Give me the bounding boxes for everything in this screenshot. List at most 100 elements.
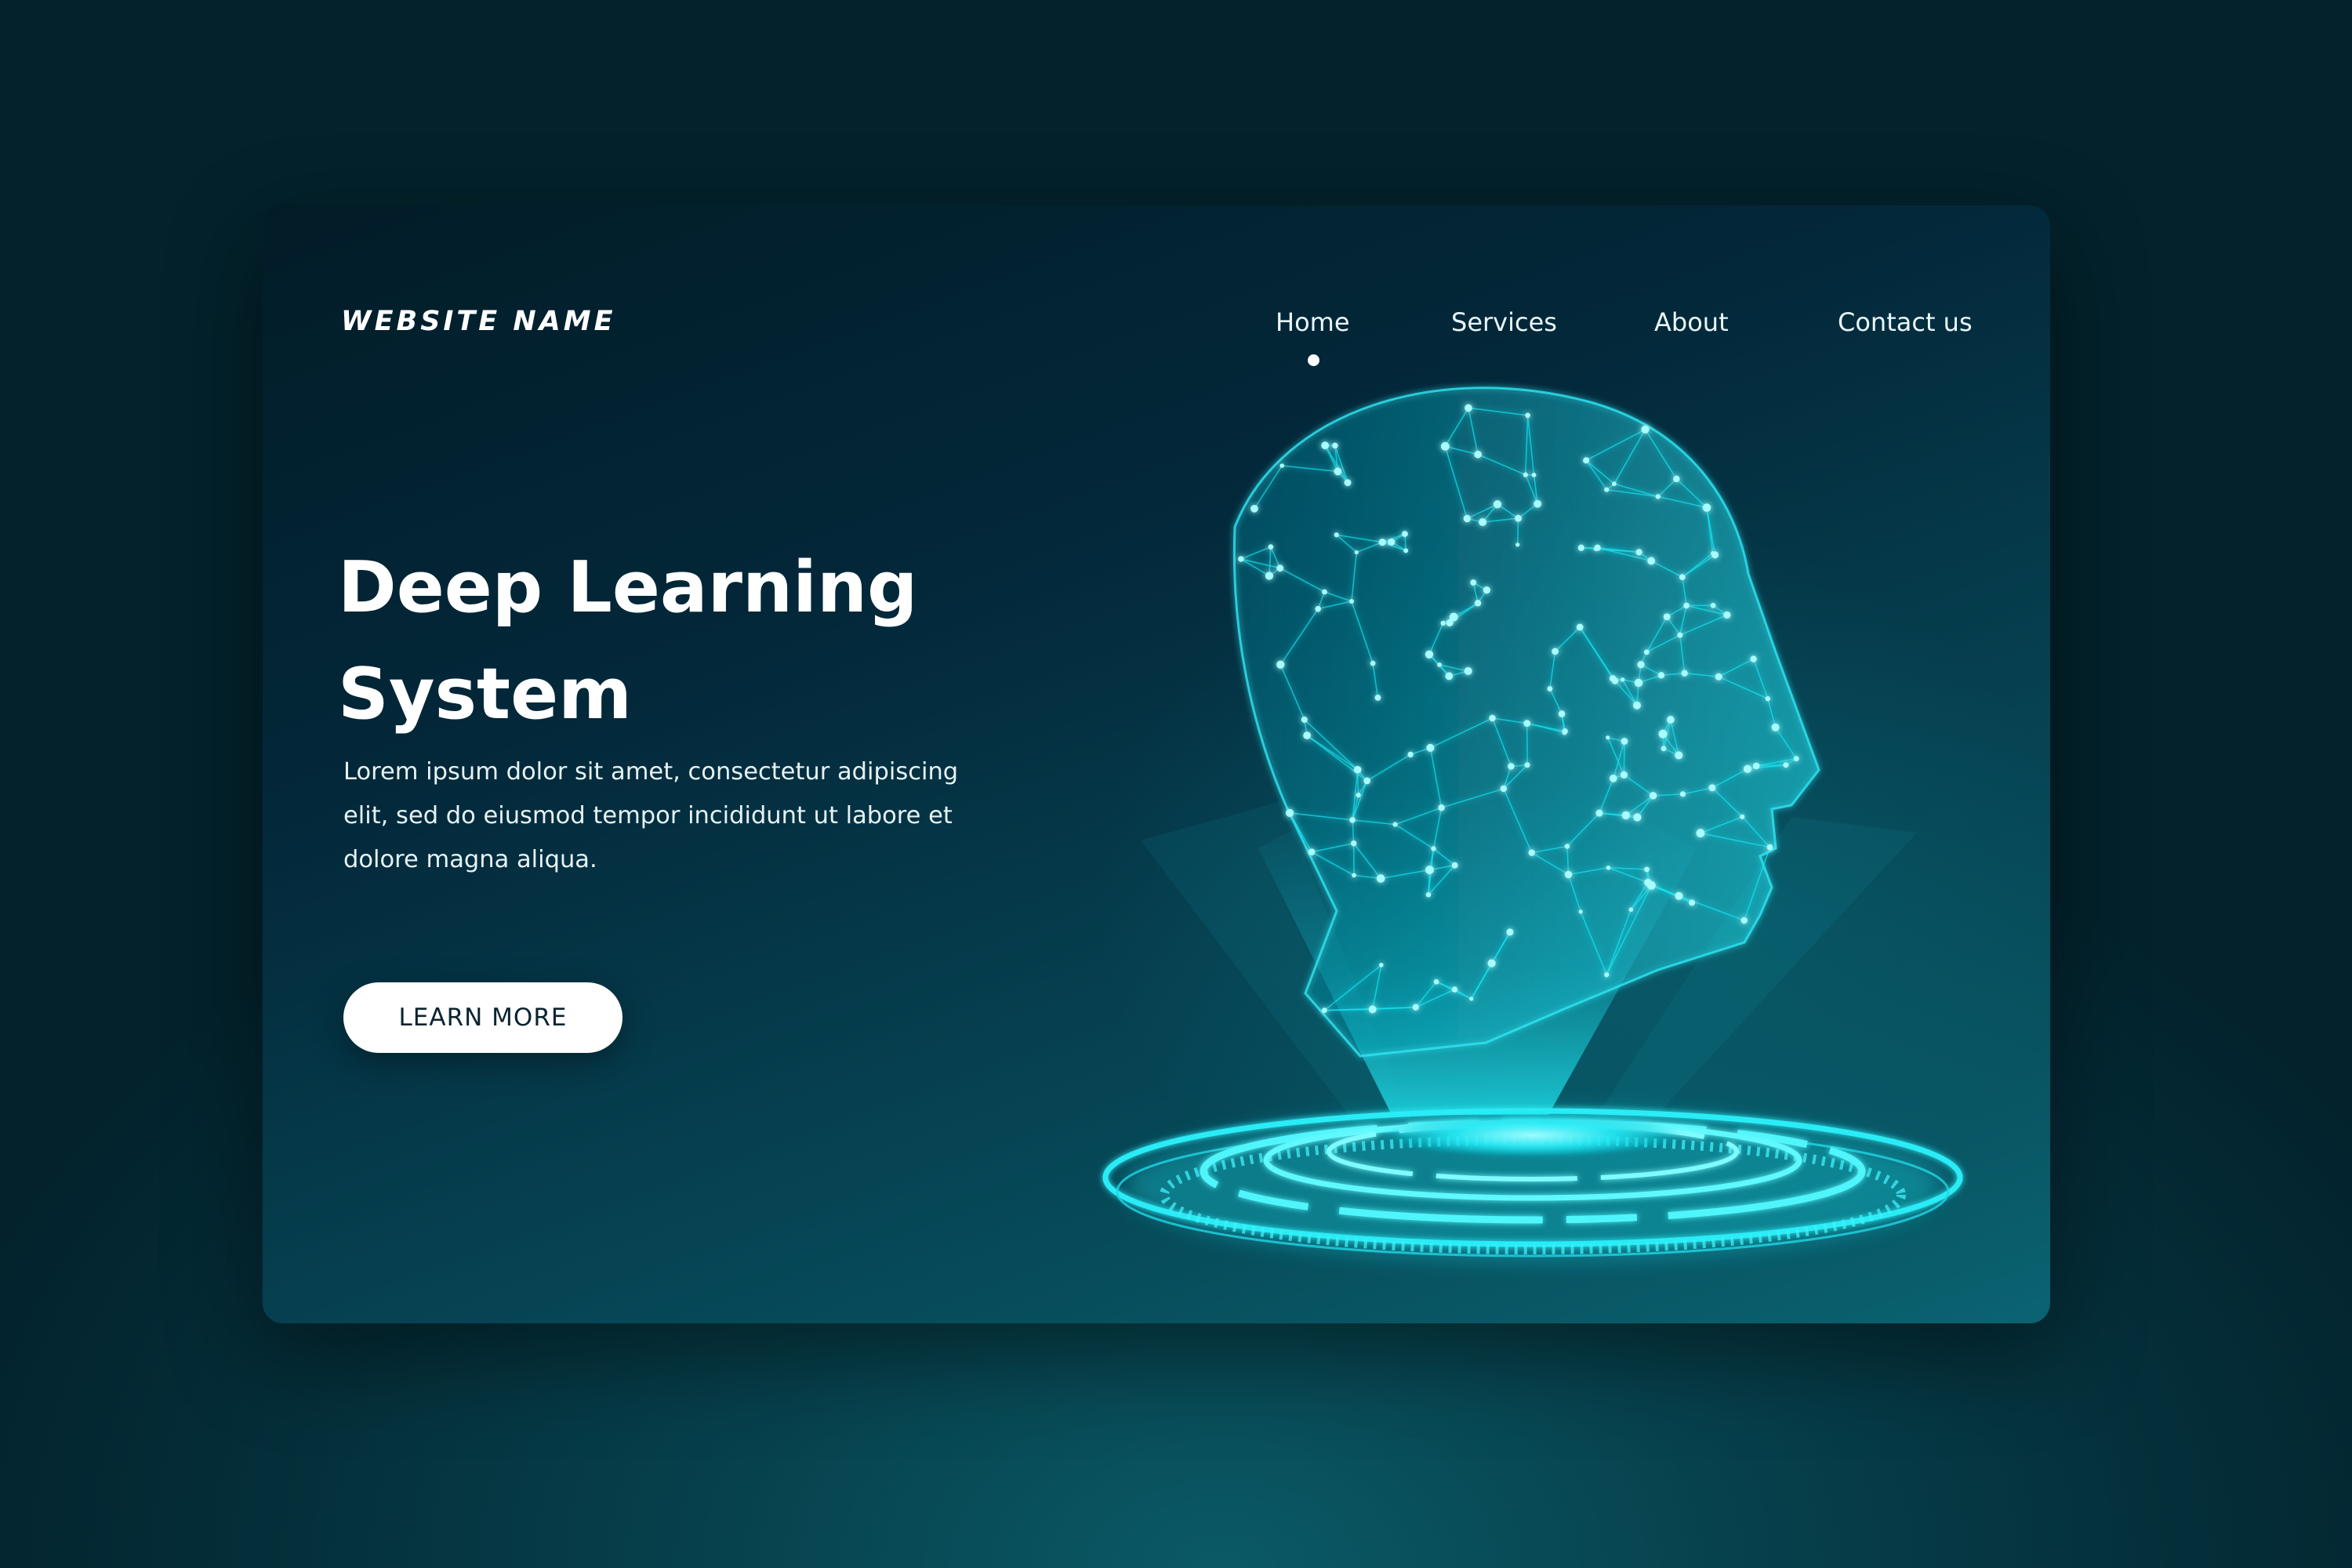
- mesh-node: [1474, 450, 1482, 459]
- mesh-edge: [1516, 518, 1519, 545]
- mesh-node: [1658, 729, 1668, 739]
- mesh-node: [1635, 549, 1642, 556]
- mesh-node: [1334, 532, 1339, 538]
- mesh-node: [1437, 662, 1442, 667]
- mesh-node: [1412, 1004, 1419, 1011]
- mesh-node: [1679, 791, 1686, 797]
- hero-description-line-2: elit, sed do eiusmod tempor incididunt u…: [343, 802, 953, 829]
- mesh-node: [1612, 481, 1617, 486]
- mesh-node: [1440, 620, 1446, 626]
- mesh-node: [1489, 714, 1496, 722]
- mesh-node: [1402, 531, 1408, 537]
- mesh-node: [1268, 544, 1274, 550]
- mesh-node: [1610, 775, 1617, 782]
- mesh-node: [1265, 572, 1274, 580]
- mesh-node: [1562, 728, 1568, 735]
- mesh-node: [1677, 632, 1683, 638]
- mesh-node: [1606, 735, 1610, 740]
- mesh-node: [1633, 813, 1642, 822]
- mesh-node: [1765, 695, 1771, 702]
- mesh-node: [1661, 746, 1667, 752]
- nav-services-link[interactable]: Services: [1451, 307, 1557, 337]
- hero-description-line-3: dolore magna aliqua.: [343, 846, 597, 873]
- mesh-node: [1451, 986, 1458, 993]
- mesh-node: [1525, 412, 1530, 419]
- mesh-node: [1643, 649, 1650, 655]
- mesh-node: [1446, 619, 1454, 627]
- mesh-node: [1348, 598, 1354, 604]
- mesh-node: [1334, 467, 1342, 476]
- mesh-node: [1679, 574, 1686, 581]
- mesh-node: [1407, 751, 1414, 758]
- mesh-node: [1474, 600, 1482, 607]
- mesh-node: [1621, 811, 1631, 820]
- mesh-node: [1276, 660, 1285, 669]
- nav-contact-link[interactable]: Contact us: [1838, 307, 1973, 337]
- mesh-node: [1523, 720, 1531, 728]
- mesh-node: [1368, 1005, 1377, 1014]
- mesh-node: [1515, 543, 1520, 547]
- mesh-node: [1632, 701, 1641, 710]
- hero-description: Lorem ipsum dolor sit amet, consectetur …: [343, 750, 1049, 882]
- mesh-node: [1470, 579, 1477, 586]
- mesh-node: [1276, 564, 1284, 572]
- mesh-node: [1675, 891, 1683, 900]
- mesh-node: [1388, 538, 1396, 546]
- mesh-node: [1321, 441, 1330, 450]
- mesh-node: [1363, 777, 1370, 785]
- mesh-node: [1766, 844, 1773, 851]
- mesh-node: [1647, 557, 1656, 565]
- mesh-node: [1451, 862, 1458, 869]
- mesh-node: [1403, 548, 1409, 554]
- mesh-node: [1286, 808, 1294, 818]
- mesh-node: [1547, 686, 1553, 691]
- mesh-node: [1708, 784, 1716, 792]
- learn-more-button[interactable]: LEARN MORE: [343, 982, 622, 1053]
- mesh-node: [1523, 472, 1528, 477]
- nav-about-link[interactable]: About: [1654, 307, 1729, 337]
- mesh-node: [1238, 556, 1244, 562]
- mesh-node: [1620, 771, 1628, 779]
- mesh-node: [1702, 503, 1711, 512]
- mesh-node: [1641, 425, 1650, 434]
- mesh-node: [1376, 874, 1385, 883]
- mesh-node: [1771, 723, 1780, 731]
- mesh-node: [1657, 672, 1665, 679]
- mesh-node: [1667, 716, 1675, 724]
- mesh-node: [1508, 763, 1515, 770]
- active-indicator-dot: [1308, 354, 1319, 366]
- mesh-node: [1620, 677, 1625, 682]
- mesh-node: [1628, 907, 1634, 912]
- mesh-node: [1315, 605, 1321, 612]
- mesh-node: [1683, 602, 1690, 609]
- mesh-node: [1431, 846, 1436, 851]
- hero-description-line-1: Lorem ipsum dolor sit amet, consectetur …: [343, 758, 959, 786]
- mesh-node: [1438, 804, 1445, 811]
- mesh-node: [1783, 762, 1789, 768]
- mesh-node: [1493, 500, 1502, 509]
- mesh-node: [1606, 865, 1611, 870]
- mesh-node: [1515, 514, 1522, 522]
- mesh-node: [1604, 487, 1610, 492]
- mesh-node: [1740, 916, 1748, 924]
- nav-home-link[interactable]: Home: [1276, 307, 1350, 337]
- mesh-node: [1681, 670, 1688, 677]
- mesh-node: [1604, 972, 1610, 978]
- mesh-node: [1576, 623, 1584, 631]
- mesh-node: [1594, 544, 1601, 551]
- mesh-node: [1356, 793, 1361, 798]
- mesh-node: [1349, 817, 1356, 823]
- mesh-node: [1301, 716, 1308, 723]
- mesh-node: [1433, 978, 1439, 985]
- mesh-node: [1370, 660, 1376, 666]
- mesh-node: [1793, 756, 1799, 762]
- mesh-node: [1740, 814, 1745, 819]
- mesh-node: [1696, 829, 1705, 838]
- mesh-node: [1564, 844, 1570, 849]
- mesh-node: [1621, 738, 1628, 745]
- mesh-node: [1425, 650, 1434, 659]
- base-disc: [1384, 1113, 1682, 1157]
- mesh-node: [1564, 870, 1573, 879]
- mesh-node: [1524, 762, 1530, 768]
- mesh-node: [1332, 442, 1338, 449]
